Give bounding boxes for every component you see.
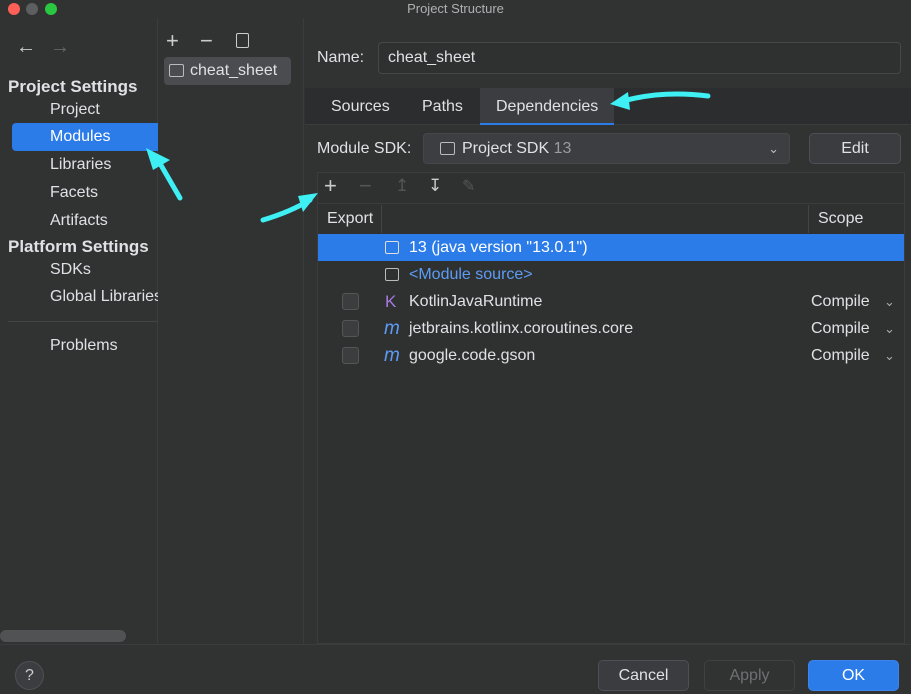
annotation-arrows — [146, 91, 711, 223]
annotation-arrow-modules — [155, 157, 183, 201]
annotation-arrow-dependencies — [617, 91, 711, 105]
